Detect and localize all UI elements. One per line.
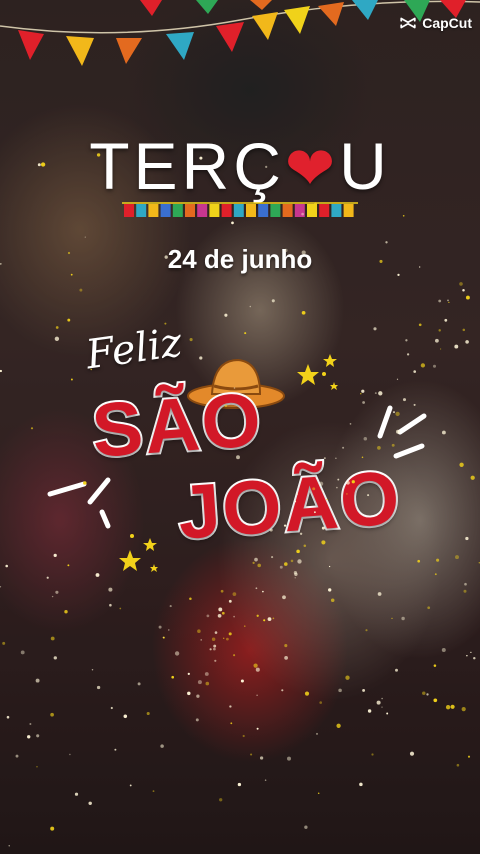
stars-cluster-left-icon — [119, 534, 158, 572]
joao-text: JOÃO — [173, 453, 406, 557]
mini-flags-strip — [122, 202, 358, 217]
mini-flag — [319, 204, 330, 217]
mini-flag — [160, 204, 171, 217]
capcut-logo-icon — [400, 17, 416, 29]
mini-flag — [331, 204, 342, 217]
mini-flag — [185, 204, 195, 217]
headline-suffix: U — [339, 129, 391, 203]
mini-flag — [197, 204, 208, 217]
mini-flag — [233, 204, 244, 217]
mini-flag — [294, 204, 305, 217]
stars-cluster-right-icon — [297, 354, 338, 390]
mini-flag — [258, 204, 269, 217]
bunting-flags-top — [0, 0, 480, 66]
mini-flag — [343, 204, 354, 217]
mini-flag — [282, 204, 293, 217]
burst-lines-right-icon — [377, 405, 427, 459]
mini-flag — [136, 204, 147, 217]
mini-flag — [221, 204, 232, 217]
burst-lines-left-icon — [47, 477, 111, 529]
headline-prefix: TERÇ — [89, 129, 285, 203]
mini-flag — [209, 204, 220, 217]
capcut-watermark: CapCut — [399, 14, 472, 32]
capcut-label: CapCut — [422, 15, 472, 31]
mini-flag — [172, 204, 183, 217]
date-text: 24 de junho — [167, 244, 313, 274]
sao-text: SÃO — [87, 375, 267, 476]
heart-icon: ❤ — [284, 135, 340, 202]
mini-flag — [124, 204, 134, 217]
headline-tercou: TERÇ❤U — [0, 128, 480, 204]
mini-flag — [270, 204, 281, 217]
story-canvas: CapCut TERÇ❤U 24 de junho Feliz SÃO JOÃO — [0, 0, 480, 854]
mini-flag — [246, 204, 256, 217]
mini-flag — [307, 204, 317, 217]
mini-flag — [148, 204, 159, 217]
